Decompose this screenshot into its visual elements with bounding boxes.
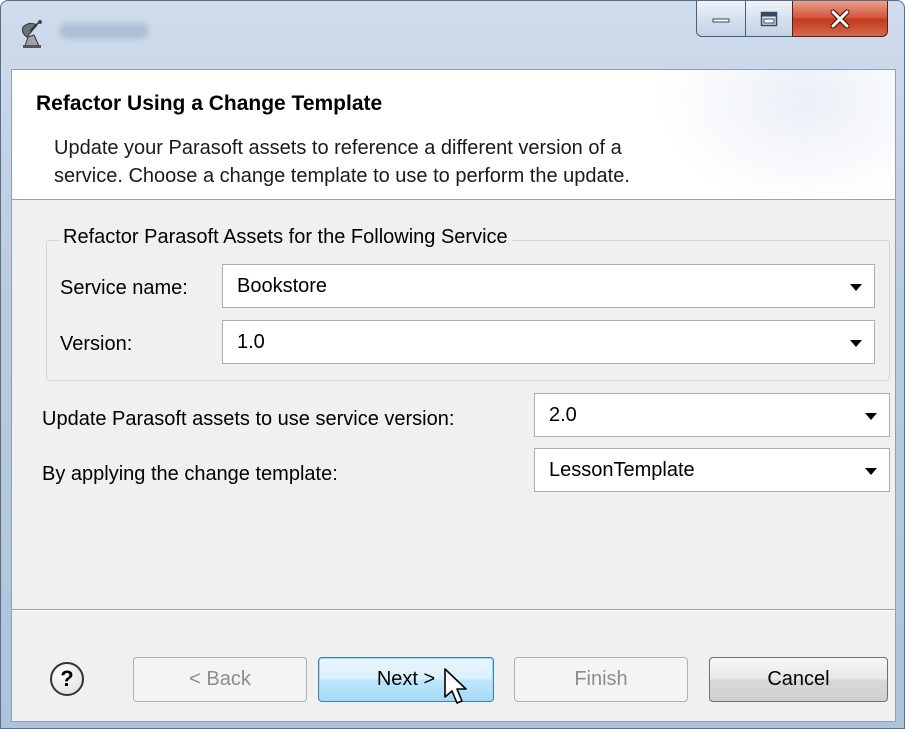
page-title: Refactor Using a Change Template bbox=[36, 92, 383, 115]
minimize-icon bbox=[712, 18, 730, 22]
close-icon bbox=[830, 9, 850, 28]
service-name-combo[interactable]: Bookstore bbox=[222, 264, 875, 308]
template-combo[interactable]: LessonTemplate bbox=[534, 448, 890, 492]
help-icon[interactable]: ? bbox=[50, 662, 84, 696]
group-legend: Refactor Parasoft Assets for the Followi… bbox=[59, 226, 512, 249]
maximize-button[interactable] bbox=[745, 1, 793, 37]
maximize-icon bbox=[760, 11, 778, 26]
mouse-pointer-icon bbox=[444, 668, 467, 704]
title-bar[interactable] bbox=[1, 1, 904, 69]
satellite-dish-icon bbox=[22, 20, 42, 48]
finish-button[interactable]: Finish bbox=[514, 657, 688, 702]
target-version-combo[interactable]: 2.0 bbox=[534, 393, 890, 437]
dropdown-arrow-icon[interactable] bbox=[865, 413, 877, 420]
version-label: Version: bbox=[60, 333, 133, 355]
dropdown-arrow-icon[interactable] bbox=[850, 340, 862, 347]
target-version-value: 2.0 bbox=[549, 404, 577, 426]
description-line-1: Update your Parasoft assets to reference… bbox=[54, 137, 622, 159]
wizard-header: Refactor Using a Change Template Update … bbox=[12, 70, 895, 200]
window-title bbox=[59, 23, 149, 39]
template-label: By applying the change template: bbox=[42, 463, 338, 485]
template-value: LessonTemplate bbox=[549, 459, 695, 481]
dropdown-arrow-icon[interactable] bbox=[865, 468, 877, 475]
back-button[interactable]: < Back bbox=[133, 657, 307, 702]
dialog-window: Refactor Using a Change Template Update … bbox=[0, 0, 905, 729]
dropdown-arrow-icon[interactable] bbox=[850, 284, 862, 291]
target-version-label: Update Parasoft assets to use service ve… bbox=[42, 408, 455, 430]
dialog-content: Refactor Using a Change Template Update … bbox=[11, 69, 896, 722]
version-combo[interactable]: 1.0 bbox=[222, 320, 875, 364]
page-description: Update your Parasoft assets to reference… bbox=[54, 134, 834, 190]
footer-separator bbox=[12, 609, 895, 611]
cancel-button[interactable]: Cancel bbox=[709, 657, 888, 702]
service-name-label: Service name: bbox=[60, 277, 188, 299]
version-value: 1.0 bbox=[237, 331, 265, 353]
description-line-2: service. Choose a change template to use… bbox=[54, 165, 630, 187]
service-name-value: Bookstore bbox=[237, 275, 328, 297]
close-button[interactable] bbox=[792, 1, 888, 37]
minimize-button[interactable] bbox=[696, 1, 746, 37]
